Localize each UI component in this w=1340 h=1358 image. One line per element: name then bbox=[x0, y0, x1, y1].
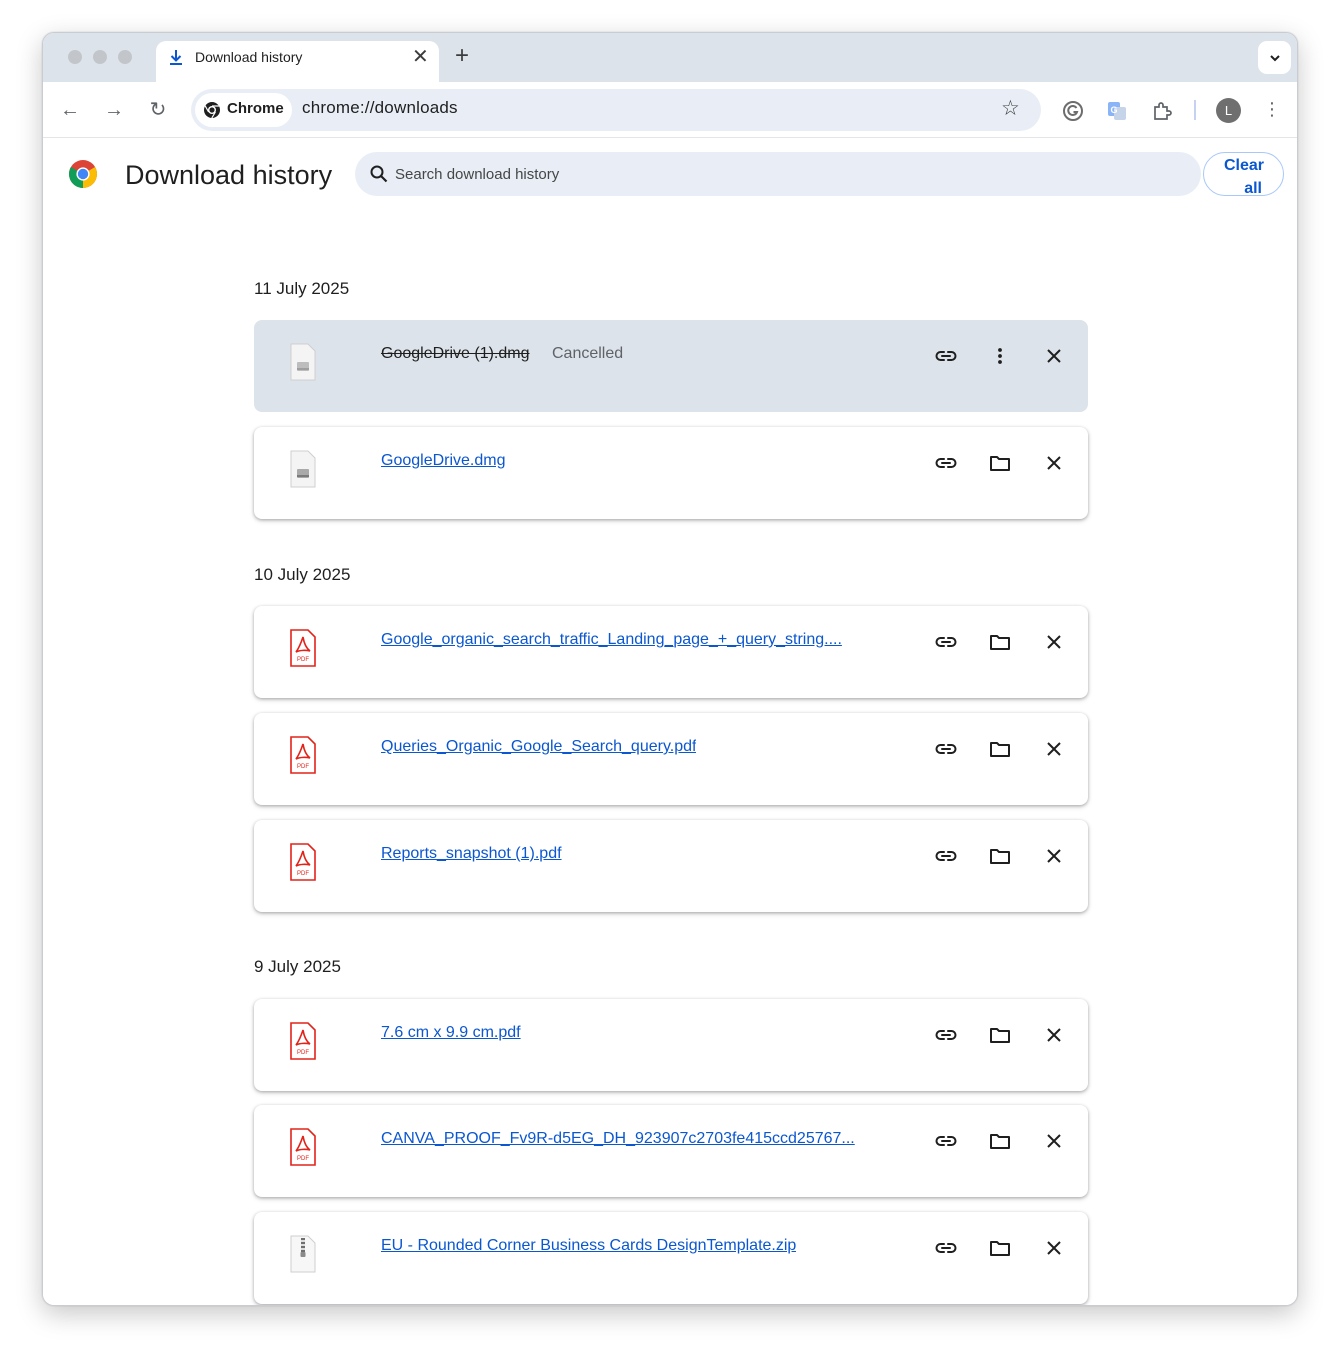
show-in-folder-icon[interactable] bbox=[986, 449, 1014, 477]
file-name: GoogleDrive (1).dmg bbox=[381, 345, 530, 362]
file-link[interactable]: EU - Rounded Corner Business Cards Desig… bbox=[381, 1237, 796, 1255]
download-item: EU - Rounded Corner Business Cards Desig… bbox=[254, 1212, 1088, 1304]
download-item: PDF Reports_snapshot (1).pdf bbox=[254, 820, 1088, 912]
minimize-window-button[interactable] bbox=[93, 50, 107, 64]
page-title: Download history bbox=[125, 160, 333, 190]
date-header: 9 July 2025 bbox=[254, 957, 341, 976]
file-link[interactable]: GoogleDrive.dmg bbox=[381, 452, 506, 470]
download-item: PDF Queries_Organic_Google_Search_query.… bbox=[254, 713, 1088, 805]
bookmark-star-icon[interactable]: ☆ bbox=[1001, 98, 1020, 120]
chevron-down-icon bbox=[1269, 55, 1280, 62]
remove-item-icon[interactable] bbox=[1040, 342, 1068, 370]
file-link[interactable]: Google_organic_search_traffic_Landing_pa… bbox=[381, 631, 842, 649]
zip-file-icon bbox=[290, 1235, 316, 1273]
svg-text:PDF: PDF bbox=[297, 657, 309, 663]
address-bar[interactable]: Chrome chrome://downloads ☆ bbox=[191, 89, 1041, 131]
copy-link-icon[interactable] bbox=[932, 342, 960, 370]
file-link[interactable]: Reports_snapshot (1).pdf bbox=[381, 845, 562, 863]
copy-link-icon[interactable] bbox=[932, 842, 960, 870]
clear-all-label-line1: Clear bbox=[1223, 157, 1264, 174]
close-tab-icon[interactable]: ✕ bbox=[412, 45, 429, 69]
svg-text:PDF: PDF bbox=[297, 1050, 309, 1056]
svg-text:PDF: PDF bbox=[297, 871, 309, 877]
new-tab-button[interactable]: + bbox=[455, 43, 469, 69]
download-item: GoogleDrive.dmg bbox=[254, 427, 1088, 519]
more-actions-icon[interactable] bbox=[986, 342, 1014, 370]
extensions-puzzle-icon[interactable] bbox=[1149, 97, 1175, 123]
tab-download-history[interactable]: Download history ✕ bbox=[156, 41, 439, 82]
pdf-file-icon: PDF bbox=[290, 1128, 316, 1166]
dmg-file-icon bbox=[290, 450, 316, 488]
grammarly-extension-icon[interactable] bbox=[1060, 97, 1086, 123]
clear-all-button[interactable]: Clear all bbox=[1203, 152, 1284, 197]
download-item: PDF Google_organic_search_traffic_Landin… bbox=[254, 606, 1088, 698]
reload-icon[interactable]: ↻ bbox=[146, 98, 170, 122]
svg-text:PDF: PDF bbox=[297, 764, 309, 770]
pdf-file-icon: PDF bbox=[290, 629, 316, 667]
file-link[interactable]: 7.6 cm x 9.9 cm.pdf bbox=[381, 1024, 521, 1042]
dmg-file-icon bbox=[290, 343, 316, 381]
chrome-logo-icon bbox=[69, 160, 97, 188]
remove-item-icon[interactable] bbox=[1040, 1127, 1068, 1155]
status-text: Cancelled bbox=[552, 345, 624, 362]
close-window-button[interactable] bbox=[68, 50, 82, 64]
copy-link-icon[interactable] bbox=[932, 1021, 960, 1049]
pdf-file-icon: PDF bbox=[290, 1022, 316, 1060]
show-in-folder-icon[interactable] bbox=[986, 735, 1014, 763]
date-header: 10 July 2025 bbox=[254, 565, 351, 584]
maximize-window-button[interactable] bbox=[118, 50, 132, 64]
file-link[interactable]: CANVA_PROOF_Fv9R-d5EG_DH_923907c2703fe41… bbox=[381, 1130, 855, 1148]
show-in-folder-icon[interactable] bbox=[986, 1234, 1014, 1262]
copy-link-icon[interactable] bbox=[932, 1234, 960, 1262]
search-bar[interactable] bbox=[355, 152, 1201, 196]
pdf-file-icon: PDF bbox=[290, 843, 316, 881]
show-in-folder-icon[interactable] bbox=[986, 1127, 1014, 1155]
profile-avatar[interactable]: L bbox=[1216, 98, 1241, 123]
clear-all-label-line2: all bbox=[1244, 180, 1262, 197]
download-item: PDF 7.6 cm x 9.9 cm.pdf bbox=[254, 999, 1088, 1091]
remove-item-icon[interactable] bbox=[1040, 1234, 1068, 1262]
copy-link-icon[interactable] bbox=[932, 628, 960, 656]
toolbar-separator bbox=[1194, 100, 1196, 120]
show-in-folder-icon[interactable] bbox=[986, 842, 1014, 870]
copy-link-icon[interactable] bbox=[932, 1127, 960, 1155]
search-icon bbox=[370, 165, 388, 183]
toolbar: ← → ↻ Chrome chrome://downloads ☆ G L ⋮ bbox=[43, 82, 1297, 138]
remove-item-icon[interactable] bbox=[1040, 628, 1068, 656]
browser-window: Download history ✕ + ← → ↻ Chrome chrome… bbox=[42, 32, 1298, 1306]
back-arrow-icon[interactable]: ← bbox=[58, 98, 82, 122]
show-in-folder-icon[interactable] bbox=[986, 628, 1014, 656]
download-icon bbox=[170, 50, 182, 65]
tab-title: Download history bbox=[195, 49, 303, 65]
chrome-icon bbox=[204, 102, 220, 119]
download-item: PDF CANVA_PROOF_Fv9R-d5EG_DH_923907c2703… bbox=[254, 1105, 1088, 1197]
date-header: 11 July 2025 bbox=[254, 279, 350, 298]
download-item-cancelled: GoogleDrive (1).dmg Cancelled bbox=[254, 320, 1088, 412]
translate-extension-icon[interactable]: G bbox=[1104, 97, 1130, 123]
url-text[interactable]: chrome://downloads bbox=[302, 98, 458, 118]
browser-menu-icon[interactable]: ⋮ bbox=[1262, 96, 1282, 122]
pdf-file-icon: PDF bbox=[290, 736, 316, 774]
show-in-folder-icon[interactable] bbox=[986, 1021, 1014, 1049]
tab-strip: Download history ✕ + bbox=[43, 33, 1297, 82]
downloads-page: Download history Clear all 11 July 2025 … bbox=[43, 139, 1297, 1305]
remove-item-icon[interactable] bbox=[1040, 842, 1068, 870]
svg-text:PDF: PDF bbox=[297, 1156, 309, 1162]
chip-label: Chrome bbox=[227, 100, 284, 117]
remove-item-icon[interactable] bbox=[1040, 1021, 1068, 1049]
search-input[interactable] bbox=[395, 162, 1175, 186]
forward-arrow-icon[interactable]: → bbox=[102, 98, 126, 122]
remove-item-icon[interactable] bbox=[1040, 735, 1068, 763]
remove-item-icon[interactable] bbox=[1040, 449, 1068, 477]
site-info-chip[interactable]: Chrome bbox=[195, 93, 292, 127]
tab-search-button[interactable] bbox=[1258, 41, 1291, 74]
copy-link-icon[interactable] bbox=[932, 735, 960, 763]
copy-link-icon[interactable] bbox=[932, 449, 960, 477]
svg-text:G: G bbox=[1111, 105, 1118, 115]
file-link[interactable]: Queries_Organic_Google_Search_query.pdf bbox=[381, 738, 696, 756]
